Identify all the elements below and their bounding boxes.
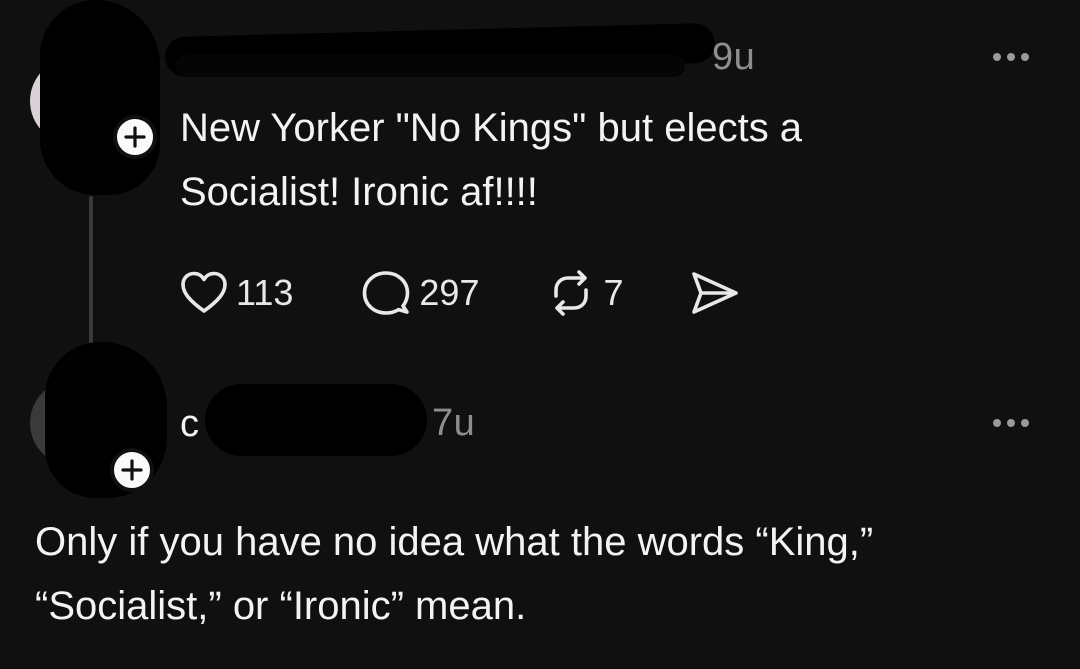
reply-author-name[interactable]: c — [180, 403, 199, 446]
repost-count: 7 — [603, 272, 624, 313]
thread-connector — [89, 196, 93, 344]
post-more-button[interactable] — [993, 47, 1029, 67]
redaction-mark — [175, 55, 685, 77]
share-button[interactable] — [690, 270, 740, 316]
post-body: New Yorker "No Kings" but elects a Socia… — [180, 106, 803, 214]
redaction-mark — [40, 0, 160, 195]
plus-icon — [124, 126, 146, 148]
more-dot — [1021, 419, 1029, 427]
plus-icon — [121, 459, 143, 481]
like-button[interactable]: 113 — [180, 270, 293, 316]
more-dot — [993, 53, 1001, 61]
send-icon — [691, 272, 738, 314]
like-count: 113 — [236, 272, 294, 313]
heart-icon — [181, 271, 227, 313]
follow-author-button[interactable] — [113, 115, 157, 159]
post-timestamp: 9u — [712, 36, 756, 78]
follow-reply-author-button[interactable] — [110, 448, 154, 492]
reply-button[interactable]: 297 — [361, 269, 479, 317]
more-dot — [1007, 53, 1015, 61]
post-actions: 113 297 7 — [180, 266, 740, 320]
comment-icon — [363, 271, 410, 315]
reply-timestamp: 7u — [432, 402, 476, 444]
repost-icon — [554, 270, 589, 316]
more-dot — [993, 419, 1001, 427]
reply-count: 297 — [419, 272, 480, 313]
threads-screen: 9u New Yorker "No Kings" but elects a So… — [0, 0, 1080, 669]
reply-body: Only if you have no idea what the words … — [35, 520, 874, 628]
more-dot — [1021, 53, 1029, 61]
redaction-mark — [205, 384, 427, 456]
repost-button[interactable]: 7 — [547, 269, 624, 317]
more-dot — [1007, 419, 1015, 427]
reply-more-button[interactable] — [993, 413, 1029, 433]
